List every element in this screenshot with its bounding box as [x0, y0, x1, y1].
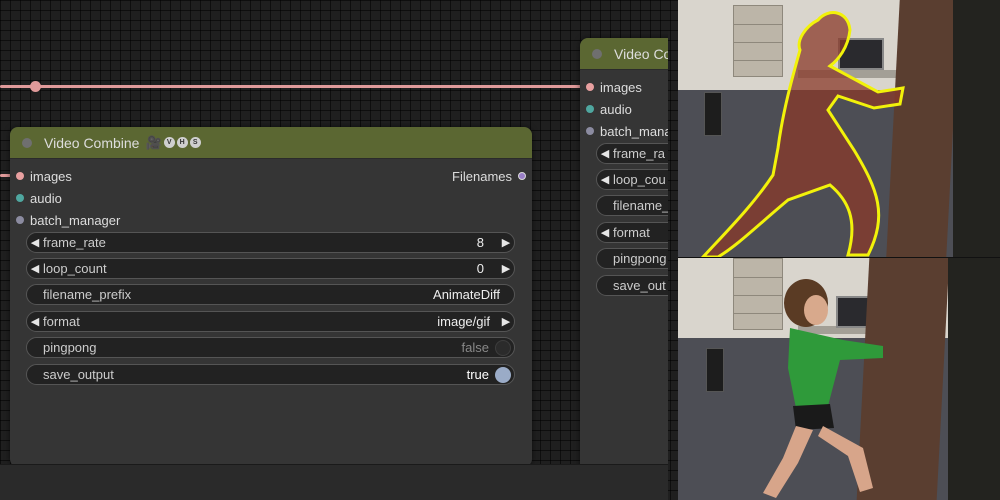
output-preview-panel — [678, 0, 1000, 500]
preview-frame-mask — [678, 0, 1000, 257]
input-label: audio — [30, 190, 62, 206]
badge-s-icon: S — [189, 137, 201, 148]
graph-canvas[interactable]: Video Combine 🎥 V H S images Filenames a… — [0, 0, 668, 500]
input-label: batch_mana — [600, 123, 668, 139]
widget-label: filename_ — [613, 198, 668, 213]
input-audio[interactable]: audio — [10, 187, 532, 209]
bottom-panel — [0, 464, 668, 500]
input-images[interactable]: images Filenames — [10, 165, 532, 187]
input-socket-audio[interactable] — [16, 194, 24, 202]
loop-count-widget[interactable]: ◀ loop_cou — [596, 169, 668, 190]
widget-label: save_out — [613, 278, 666, 293]
node-collapse-dot[interactable] — [22, 137, 32, 148]
widget-label: frame_rate — [43, 235, 106, 250]
increment-arrow-icon[interactable]: ▶ — [498, 315, 514, 328]
decrement-arrow-icon[interactable]: ◀ — [27, 262, 43, 275]
toggle-switch[interactable] — [495, 339, 511, 356]
widget-label: format — [43, 314, 80, 329]
loop-count-widget[interactable]: ◀ loop_count 0 ▶ — [26, 258, 515, 279]
widget-label: filename_prefix — [43, 287, 132, 302]
decrement-arrow-icon[interactable]: ◀ — [597, 226, 613, 239]
input-batch-manager[interactable]: batch_manager — [10, 209, 532, 231]
widget-label: save_output — [43, 367, 114, 382]
decrement-arrow-icon[interactable]: ◀ — [597, 147, 613, 160]
frame-rate-widget[interactable]: ◀ frame_ra — [596, 143, 668, 164]
node-header[interactable]: Video Co — [580, 38, 668, 70]
pingpong-widget[interactable]: pingpong — [596, 248, 668, 269]
input-socket-batch-manager[interactable] — [16, 216, 24, 224]
input-images[interactable]: images — [580, 76, 668, 98]
node-collapse-dot[interactable] — [592, 48, 602, 59]
decrement-arrow-icon[interactable]: ◀ — [27, 315, 43, 328]
toggle-switch[interactable] — [495, 366, 511, 383]
decrement-arrow-icon[interactable]: ◀ — [27, 236, 43, 249]
widget-label: format — [613, 225, 650, 240]
widget-value: AnimateDiff — [433, 287, 500, 302]
format-widget[interactable]: ◀ format image/gif ▶ — [26, 311, 515, 332]
person-shape — [763, 279, 883, 498]
input-batch-manager[interactable]: batch_mana — [580, 120, 668, 142]
input-socket-images[interactable] — [16, 172, 24, 180]
preview-frame-original — [678, 258, 1000, 500]
input-label: batch_manager — [30, 212, 121, 228]
widget-label: pingpong — [43, 340, 97, 355]
camera-icon: 🎥 — [145, 134, 162, 150]
filename-prefix-widget[interactable]: filename_ — [596, 195, 668, 216]
save-output-widget[interactable]: save_out — [596, 275, 668, 296]
widget-value: true — [466, 367, 489, 382]
increment-arrow-icon[interactable]: ▶ — [498, 262, 514, 275]
badge-v-icon: V — [163, 137, 175, 148]
widget-value: 0 — [476, 261, 484, 276]
input-audio[interactable]: audio — [580, 98, 668, 120]
output-socket-filenames[interactable] — [518, 172, 526, 180]
input-socket-images[interactable] — [586, 83, 594, 91]
input-label: images — [600, 79, 642, 95]
input-label: audio — [600, 101, 632, 117]
badge-h-icon: H — [176, 137, 188, 148]
filename-prefix-widget[interactable]: filename_prefix AnimateDiff — [26, 284, 515, 305]
images-link-wire[interactable] — [0, 85, 585, 88]
widget-label: pingpong — [613, 251, 667, 266]
output-label: Filenames — [452, 168, 512, 184]
increment-arrow-icon[interactable]: ▶ — [498, 236, 514, 249]
input-label: images — [30, 168, 72, 184]
input-socket-batch-manager[interactable] — [586, 127, 594, 135]
node-title: Video Combine — [44, 134, 140, 151]
widget-value: 8 — [476, 235, 484, 250]
input-socket-audio[interactable] — [586, 105, 594, 113]
widget-label: loop_count — [43, 261, 107, 276]
link-midpoint-handle[interactable] — [30, 81, 41, 92]
video-combine-node-2[interactable]: Video Co images audio batch_mana ◀ frame… — [580, 38, 668, 478]
output-filenames[interactable]: Filenames — [452, 165, 526, 187]
widget-value: image/gif — [437, 314, 490, 329]
widget-label: loop_cou — [613, 172, 666, 187]
decrement-arrow-icon[interactable]: ◀ — [597, 173, 613, 186]
node-header[interactable]: Video Combine 🎥 V H S — [10, 127, 532, 159]
pingpong-widget[interactable]: pingpong false — [26, 337, 515, 358]
format-widget[interactable]: ◀ format — [596, 222, 668, 243]
person-mask-shape — [700, 11, 905, 257]
widget-value: false — [461, 340, 489, 355]
frame-rate-widget[interactable]: ◀ frame_rate 8 ▶ — [26, 232, 515, 253]
save-output-widget[interactable]: save_output true — [26, 364, 515, 385]
node-title: Video Co — [614, 45, 668, 62]
video-combine-node[interactable]: Video Combine 🎥 V H S images Filenames a… — [10, 127, 532, 467]
widget-label: frame_ra — [613, 146, 666, 161]
